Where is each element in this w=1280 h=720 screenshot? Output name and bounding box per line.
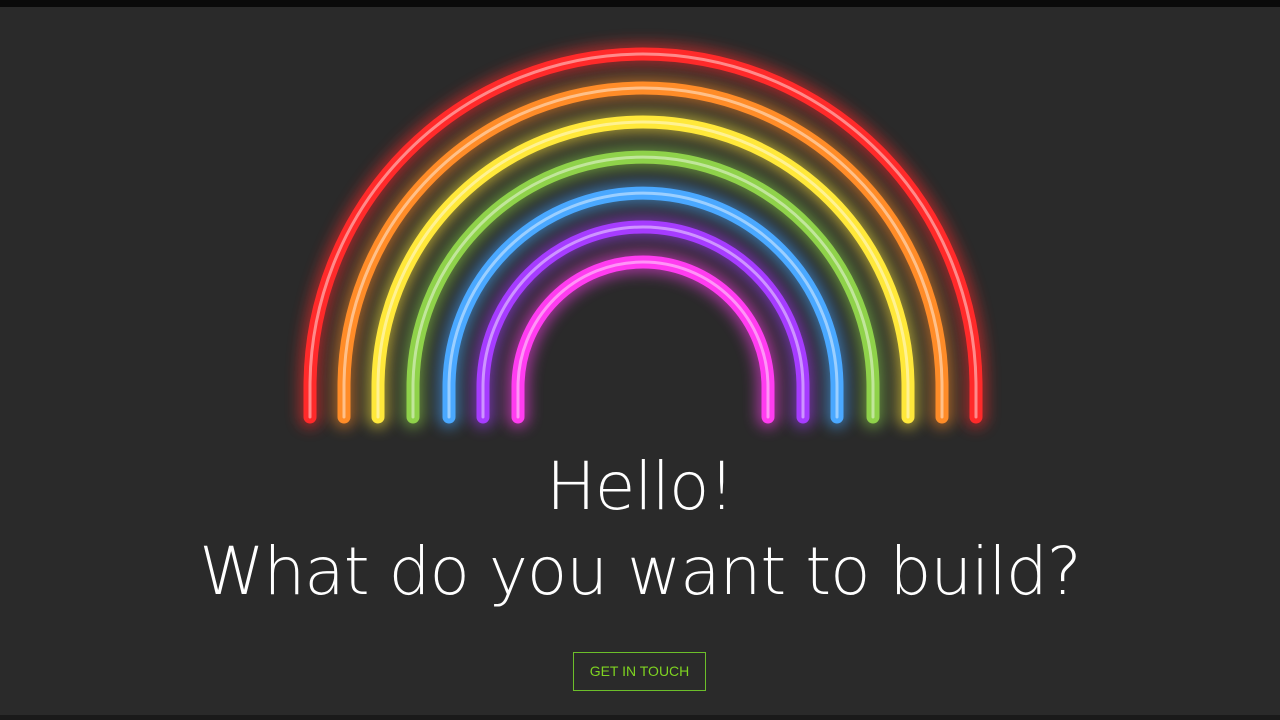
- get-in-touch-button[interactable]: GET IN TOUCH: [573, 652, 706, 691]
- neon-rainbow-icon: [299, 43, 987, 428]
- hero-section: Hello! What do you want to build? GET IN…: [0, 7, 1280, 715]
- top-bar: [0, 0, 1280, 7]
- hero-question: What do you want to build?: [199, 533, 1082, 610]
- hero-greeting: Hello!: [546, 448, 735, 525]
- rainbow-band-magenta: [507, 251, 779, 428]
- bottom-bar: [0, 715, 1280, 720]
